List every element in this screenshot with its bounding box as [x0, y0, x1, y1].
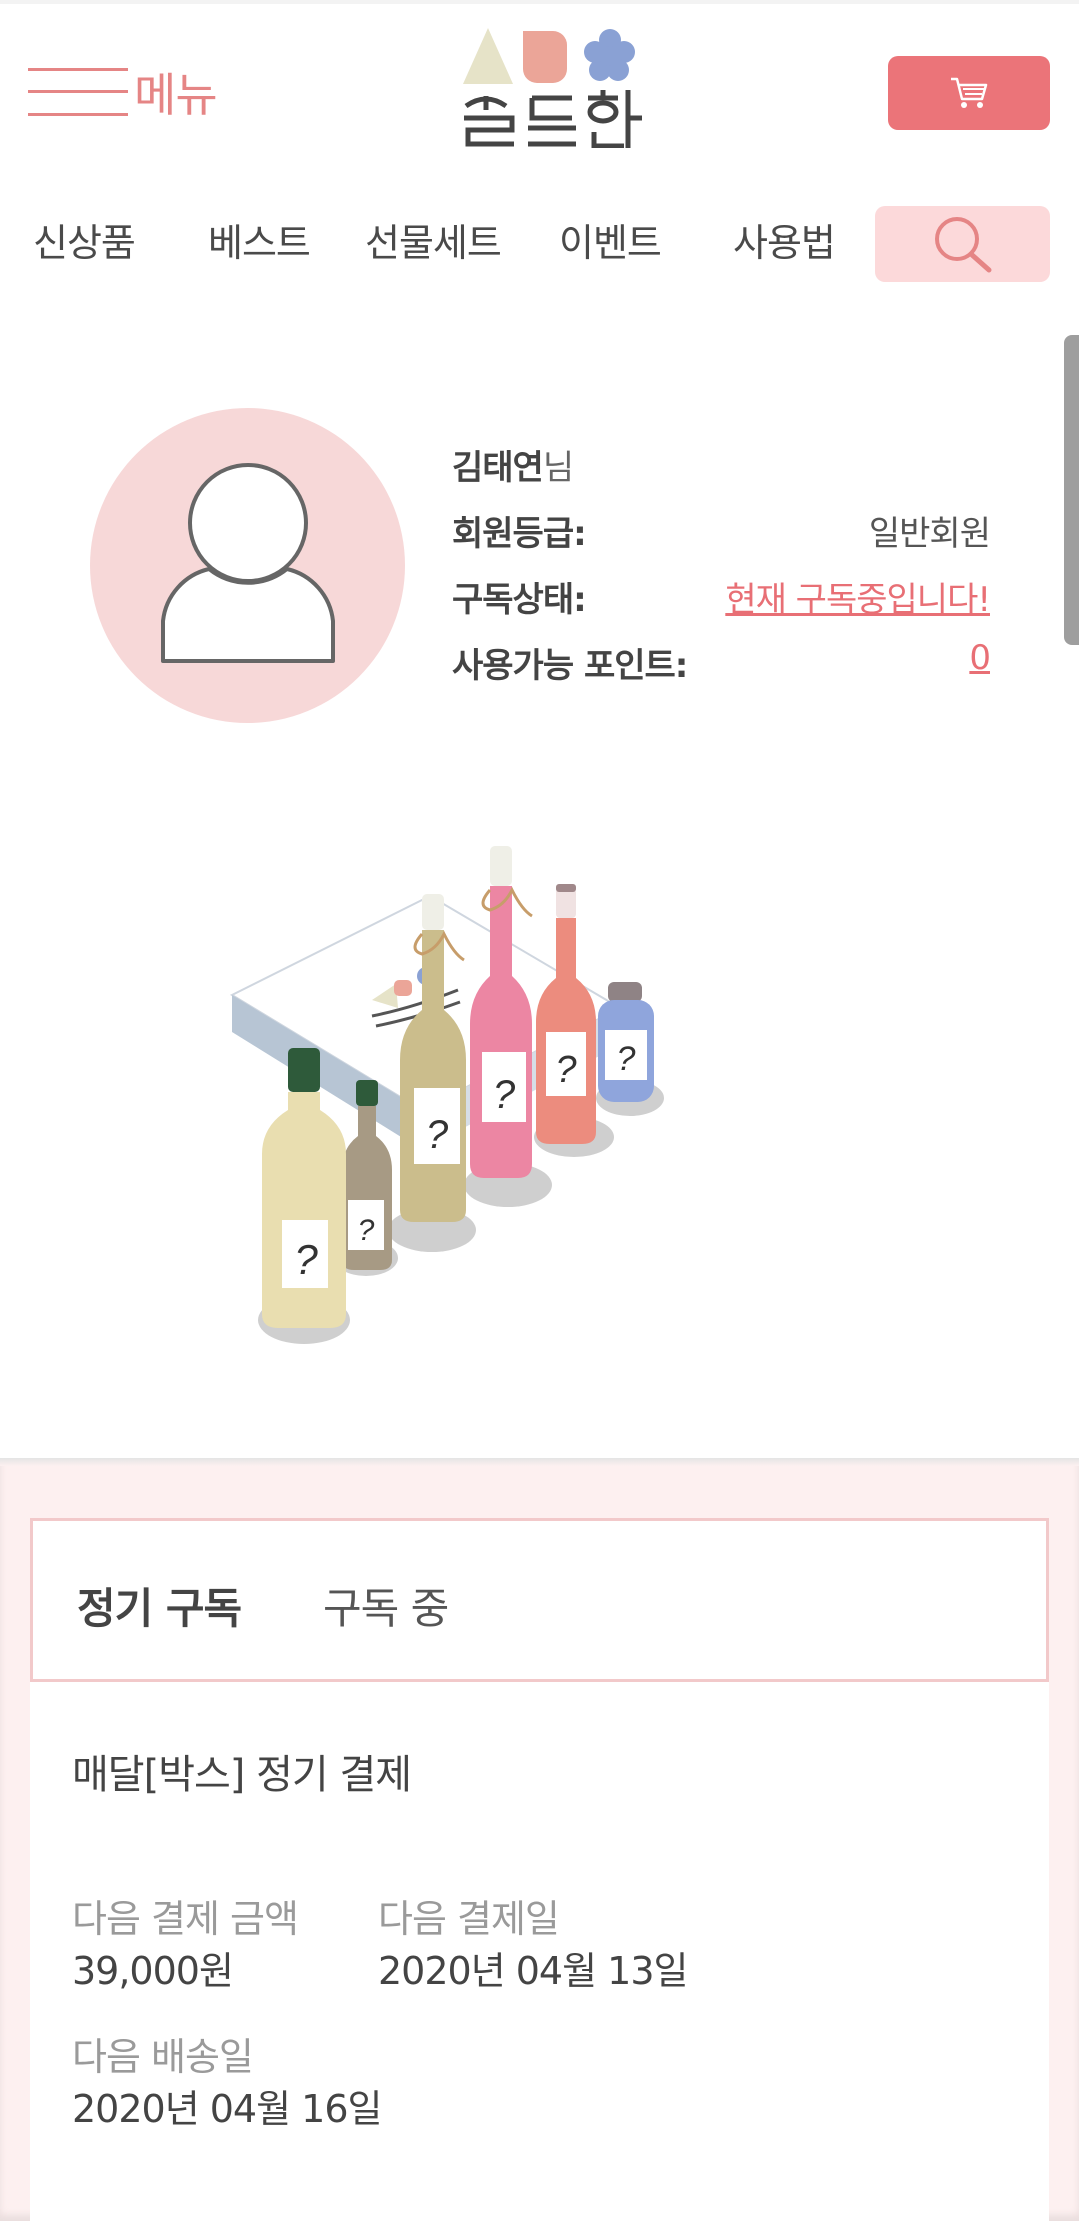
next-payment-amount-label: 다음 결제 금액 — [72, 1897, 299, 1941]
svg-text:?: ? — [493, 1073, 516, 1117]
cart-button[interactable] — [888, 56, 1050, 130]
member-grade-label: 회원등급: — [452, 514, 587, 554]
top-bar: 메뉴 — [0, 0, 1079, 170]
search-icon — [934, 217, 991, 273]
brand-logo[interactable] — [458, 26, 653, 148]
subscription-title: 정기 구독 — [77, 1584, 242, 1633]
svg-text:?: ? — [617, 1040, 636, 1078]
nav-item-how-to-use[interactable]: 사용법 — [733, 212, 836, 267]
member-grade-row: 회원등급: 일반회원 — [452, 506, 991, 556]
subscription-box-illustration: ? ? ? ? ? ? — [229, 846, 664, 1344]
bottle-salmon: ? — [536, 884, 596, 1144]
next-payment-amount-value: 39,000원 — [72, 1949, 234, 1993]
main-nav: 신상품 베스트 선물세트 이벤트 사용법 — [0, 200, 1079, 284]
nav-item-gift-set[interactable]: 선물세트 — [365, 212, 502, 267]
logo-leaf-shape — [523, 31, 567, 83]
user-name: 김태연 — [452, 448, 544, 488]
user-name-suffix: 님 — [542, 448, 574, 488]
nav-item-best[interactable]: 베스트 — [208, 212, 311, 267]
subscription-status-link[interactable]: 현재 구독중입니다! — [725, 572, 991, 621]
points-label: 사용가능 포인트: — [452, 646, 688, 686]
menu-label: 메뉴 — [134, 68, 218, 122]
subscription-detail-card: 매달[박스] 정기 결제 다음 결제 금액 39,000원 다음 결제일 202… — [30, 1682, 1049, 2221]
points-value-link[interactable]: 0 — [969, 638, 991, 678]
search-button[interactable] — [875, 206, 1050, 282]
svg-text:?: ? — [555, 1049, 577, 1091]
subscription-status-label: 구독상태: — [452, 580, 587, 620]
cart-icon — [951, 77, 988, 108]
user-name-row: 김태연님 — [452, 440, 990, 490]
svg-text:?: ? — [426, 1113, 449, 1157]
logo-triangle-shape — [463, 28, 513, 84]
next-delivery-date-value: 2020년 04월 16일 — [72, 2087, 382, 2131]
next-payment-date-label: 다음 결제일 — [378, 1897, 560, 1941]
nav-item-event[interactable]: 이벤트 — [559, 212, 662, 267]
menu-button[interactable]: 메뉴 — [28, 62, 218, 122]
next-payment-date-value: 2020년 04월 13일 — [378, 1949, 688, 1993]
svg-text:?: ? — [358, 1214, 375, 1247]
svg-text:?: ? — [294, 1236, 318, 1283]
user-icon — [160, 462, 335, 663]
scroll-indicator[interactable] — [1064, 335, 1079, 645]
avatar — [90, 408, 405, 723]
subscription-status: 구독 중 — [323, 1584, 449, 1633]
member-grade-value: 일반회원 — [868, 514, 991, 554]
logo-wordmark — [464, 90, 642, 148]
bottle-pink: ? — [470, 846, 533, 1178]
hamburger-icon — [28, 66, 128, 118]
logo-flower-shape — [584, 29, 635, 81]
plan-name: 매달[박스] 정기 결제 — [72, 1752, 412, 1798]
nav-item-new[interactable]: 신상품 — [33, 212, 136, 267]
points-row: 사용가능 포인트: 0 — [452, 638, 991, 688]
next-delivery-date-label: 다음 배송일 — [72, 2035, 254, 2079]
subscription-status-row: 구독상태: 현재 구독중입니다! — [452, 572, 991, 622]
subscription-header: 정기 구독 구독 중 — [30, 1518, 1049, 1682]
